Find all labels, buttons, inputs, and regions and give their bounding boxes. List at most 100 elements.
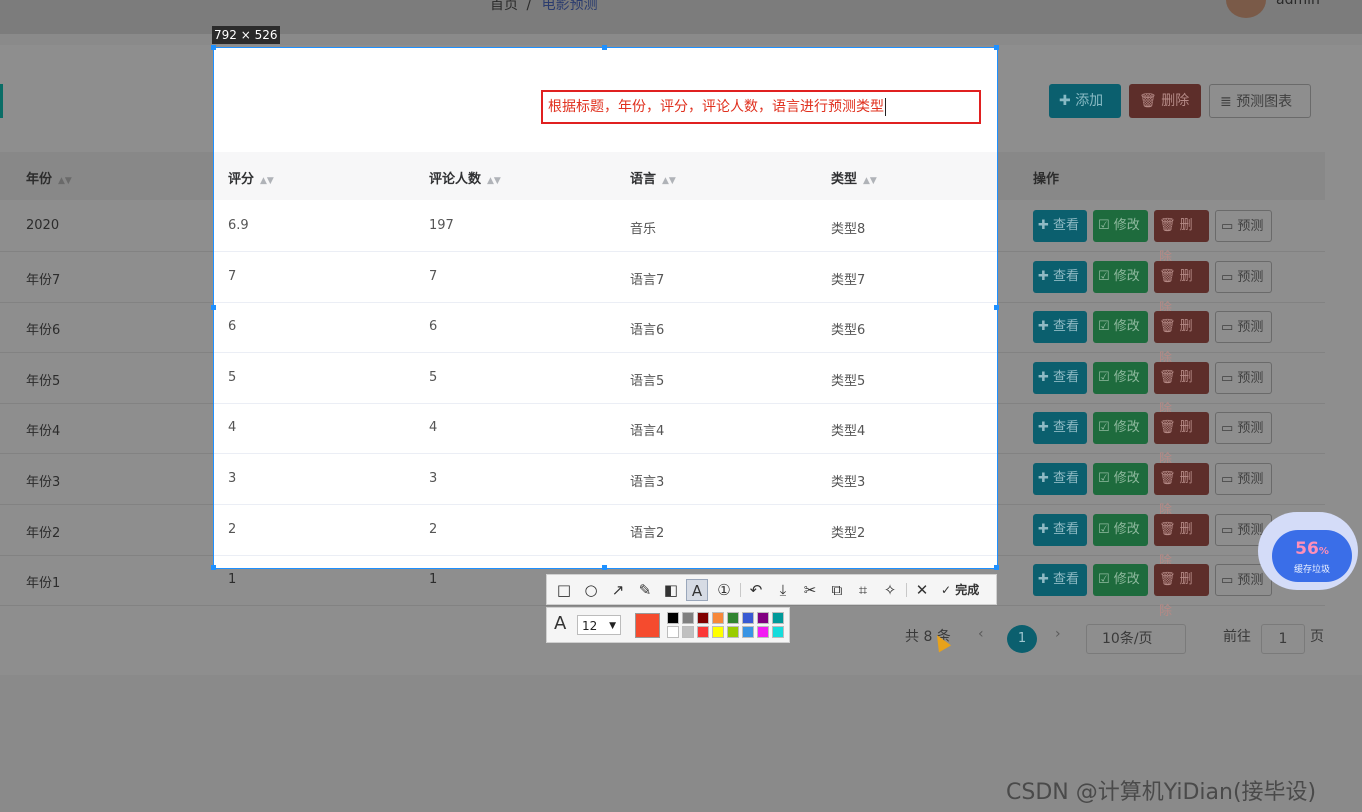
predict-button[interactable]: ▭ 预测: [1215, 463, 1272, 495]
delete-button[interactable]: 🗑 删除: [1154, 210, 1209, 265]
sort-icon[interactable]: ▲▼: [863, 176, 877, 186]
edit-button[interactable]: ☑ 修改: [1093, 513, 1148, 546]
text-icon[interactable]: A: [686, 579, 708, 601]
breadcrumb-home[interactable]: 首页: [490, 0, 518, 13]
color-swatch[interactable]: [667, 612, 679, 624]
view-button[interactable]: ✚ 查看: [1033, 311, 1087, 344]
edit-button[interactable]: ☑ 修改: [1093, 311, 1148, 344]
view-button[interactable]: ✚ 查看: [1033, 361, 1087, 394]
arrow-icon[interactable]: ↗: [607, 579, 629, 601]
capture-size-label: 792 × 526: [212, 26, 280, 44]
color-swatch[interactable]: [727, 626, 739, 638]
page-number-current[interactable]: 1: [1007, 625, 1037, 653]
color-swatch[interactable]: [682, 612, 694, 624]
pencil-icon[interactable]: ✎: [634, 579, 656, 601]
sort-icon[interactable]: ▲▼: [487, 176, 501, 186]
view-button[interactable]: ✚ 查看: [1033, 210, 1087, 242]
color-swatch[interactable]: [757, 612, 769, 624]
goto-page-input[interactable]: 1: [1261, 624, 1305, 654]
color-swatch[interactable]: [712, 612, 724, 624]
cache-label: 缓存垃圾: [1293, 565, 1330, 575]
font-size-select[interactable]: 12 ▼: [577, 615, 621, 635]
close-icon[interactable]: ✕: [911, 579, 933, 601]
cache-cleaner-badge[interactable]: 56% 缓存垃圾: [1272, 530, 1352, 582]
done-button[interactable]: ✓ 完成: [941, 579, 979, 601]
edit-button[interactable]: ☑ 修改: [1093, 210, 1148, 242]
view-button[interactable]: ✚ 查看: [1033, 513, 1087, 546]
scissors-icon[interactable]: ✂: [799, 579, 821, 601]
add-button[interactable]: ✚ 添加: [1049, 84, 1121, 118]
column-header-language[interactable]: 语言 ▲▼: [630, 168, 676, 187]
delete-button[interactable]: 🗑 删除: [1154, 463, 1209, 518]
column-header-score[interactable]: 评分 ▲▼: [228, 168, 274, 187]
color-swatch[interactable]: [712, 626, 724, 638]
sort-icon[interactable]: ▲▼: [58, 176, 72, 186]
prev-page-icon[interactable]: ‹: [978, 626, 984, 642]
ellipse-icon[interactable]: ○: [580, 579, 602, 601]
resize-handle-r[interactable]: [994, 305, 999, 310]
batch-delete-button[interactable]: 🗑 删除: [1129, 84, 1201, 118]
resize-handle-l[interactable]: [211, 305, 216, 310]
color-swatch[interactable]: [772, 612, 784, 624]
check-icon: ✓: [941, 583, 956, 597]
rectangle-icon[interactable]: □: [553, 579, 575, 601]
view-button[interactable]: ✚ 查看: [1033, 463, 1087, 495]
resize-handle-tr[interactable]: [994, 45, 999, 50]
resize-handle-bl[interactable]: [211, 565, 216, 570]
color-swatch[interactable]: [682, 626, 694, 638]
download-icon[interactable]: ⤓: [772, 579, 794, 601]
annotation-text-box[interactable]: 根据标题，年份，评分，评论人数，语言进行预测类型: [541, 90, 981, 124]
resize-handle-br[interactable]: [994, 565, 999, 570]
next-page-icon[interactable]: ›: [1055, 626, 1061, 642]
edit-button[interactable]: ☑ 修改: [1093, 361, 1148, 394]
prediction-chart-button[interactable]: ≣ 预测图表: [1209, 84, 1311, 118]
current-color-swatch[interactable]: [635, 613, 660, 638]
search-button-edge[interactable]: [0, 84, 3, 118]
predict-button[interactable]: ▭ 预测: [1215, 260, 1272, 293]
edit-button[interactable]: ☑ 修改: [1093, 463, 1148, 495]
view-button[interactable]: ✚ 查看: [1033, 260, 1087, 293]
mosaic-icon[interactable]: ◧: [660, 579, 682, 601]
edit-button[interactable]: ☑ 修改: [1093, 412, 1148, 445]
resize-handle-t[interactable]: [602, 45, 607, 50]
color-swatch[interactable]: [742, 612, 754, 624]
undo-icon[interactable]: ↶: [745, 579, 767, 601]
color-swatch[interactable]: [772, 626, 784, 638]
username[interactable]: admin: [1276, 0, 1320, 8]
delete-button[interactable]: 🗑 删除: [1154, 513, 1209, 569]
column-header-type[interactable]: 类型 ▲▼: [831, 168, 877, 187]
color-swatch[interactable]: [667, 626, 679, 638]
cell-year: 年份3: [26, 475, 61, 490]
delete-button[interactable]: 🗑 删除: [1154, 361, 1209, 417]
sort-icon[interactable]: ▲▼: [662, 176, 676, 186]
page-size-select[interactable]: 10条/页: [1086, 624, 1186, 654]
color-swatch[interactable]: [697, 612, 709, 624]
predict-button[interactable]: ▭ 预测: [1215, 361, 1272, 394]
column-header-year[interactable]: 年份 ▲▼: [26, 168, 72, 187]
color-swatch[interactable]: [697, 626, 709, 638]
ocr-icon[interactable]: ⧉: [826, 579, 848, 601]
delete-button[interactable]: 🗑 删除: [1154, 260, 1209, 316]
view-button[interactable]: ✚ 查看: [1033, 564, 1087, 597]
delete-button[interactable]: 🗑 删除: [1154, 564, 1209, 619]
scroll-capture-icon[interactable]: ⌗: [852, 579, 874, 601]
delete-button[interactable]: 🗑 删除: [1154, 311, 1209, 366]
color-swatch[interactable]: [757, 626, 769, 638]
resize-handle-tl[interactable]: [211, 45, 216, 50]
cell-score: 1: [228, 572, 237, 588]
sort-icon[interactable]: ▲▼: [260, 176, 274, 186]
capture-selection[interactable]: 根据标题，年份，评分，评论人数，语言进行预测类型 评分 ▲▼ 评论人数 ▲▼ 语言 ▲…: [214, 48, 997, 568]
number-marker-icon[interactable]: ①: [713, 579, 735, 601]
resize-handle-b[interactable]: [602, 565, 607, 570]
column-header-reviewers[interactable]: 评论人数 ▲▼: [429, 168, 501, 187]
color-swatch[interactable]: [742, 626, 754, 638]
predict-button[interactable]: ▭ 预测: [1215, 412, 1272, 445]
predict-button[interactable]: ▭ 预测: [1215, 210, 1272, 242]
edit-button[interactable]: ☑ 修改: [1093, 564, 1148, 597]
edit-button[interactable]: ☑ 修改: [1093, 260, 1148, 293]
predict-button[interactable]: ▭ 预测: [1215, 311, 1272, 344]
pin-icon[interactable]: ✧: [879, 579, 901, 601]
delete-button[interactable]: 🗑 删除: [1154, 412, 1209, 467]
color-swatch[interactable]: [727, 612, 739, 624]
view-button[interactable]: ✚ 查看: [1033, 412, 1087, 445]
